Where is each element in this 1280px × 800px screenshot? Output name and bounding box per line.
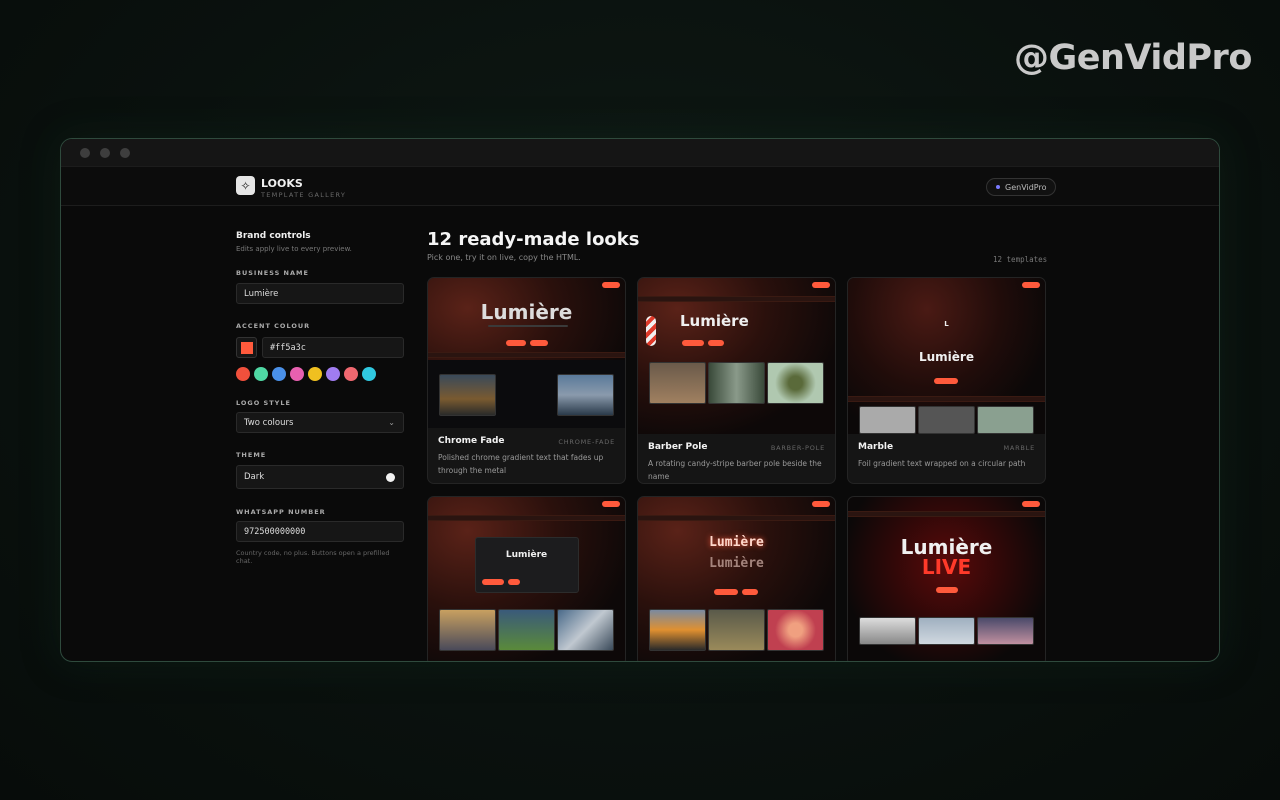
business-name-input[interactable]: Lumière: [236, 283, 404, 304]
template-card-chrome-fade[interactable]: Lumière Chrome Fade CHROME-FADE Polished…: [427, 277, 626, 484]
swatch-7[interactable]: [362, 367, 376, 381]
accent-colour-picker[interactable]: [236, 337, 257, 358]
card-description: A rotating candy-stripe barber pole besi…: [648, 459, 822, 481]
preview-title: Lumière: [709, 535, 764, 550]
preview-title-echo: Lumière: [709, 556, 764, 571]
theme-label: THEME: [236, 451, 267, 459]
template-card-marble[interactable]: L Lumière Marble MARBLE Foil gradient te…: [847, 277, 1046, 484]
logo-style-label: LOGO STYLE: [236, 399, 291, 407]
accent-colour-label: ACCENT COLOUR: [236, 322, 311, 330]
theme-value: Dark: [244, 472, 265, 482]
preview-title: Lumière: [505, 550, 548, 560]
swatch-1[interactable]: [254, 367, 268, 381]
template-preview: L Lumière: [848, 278, 1045, 434]
template-card-barber-pole[interactable]: Lumière Barber Pole BARBER-POLE A rotati…: [637, 277, 836, 484]
watermark: @GenVidPro: [1014, 38, 1252, 78]
brand-title: LOOKS: [261, 177, 303, 190]
card-description: Polished chrome gradient text that fades…: [438, 453, 604, 475]
business-name-label: BUSINESS NAME: [236, 269, 309, 277]
logo-style-value: Two colours: [244, 417, 294, 428]
preview-title: Lumière: [918, 350, 974, 364]
window-dot-close[interactable]: [80, 147, 90, 158]
browser-window: ✧ LOOKS TEMPLATE GALLERY GenVidPro Brand…: [60, 138, 1220, 662]
page-subtitle: Pick one, try it on live, copy the HTML.: [427, 253, 581, 262]
preview-title: Lumière: [480, 300, 573, 324]
preview-cta: [602, 282, 620, 288]
swatch-4[interactable]: [308, 367, 322, 381]
preview-cta: [812, 501, 830, 507]
whatsapp-hint: Country code, no plus. Buttons open a pr…: [236, 549, 390, 565]
card-slug: BARBER-POLE: [770, 444, 825, 452]
card-slug: MARBLE: [1003, 444, 1035, 452]
accent-swatches: [236, 367, 376, 381]
whatsapp-label: WHATSAPP NUMBER: [236, 508, 326, 516]
user-name: GenVidPro: [1005, 182, 1047, 192]
template-preview: Lumière: [428, 278, 625, 428]
brand-controls-sidebar: Brand controls Edits apply live to every…: [236, 231, 404, 565]
preview-title: Lumière: [680, 312, 749, 330]
swatch-2[interactable]: [272, 367, 286, 381]
logo-style-select[interactable]: Two colours ⌄: [236, 412, 404, 433]
sidebar-subtitle: Edits apply live to every preview.: [236, 245, 352, 253]
swatch-6[interactable]: [344, 367, 358, 381]
status-dot-icon: [996, 185, 1000, 189]
sparkle-icon: ✧: [236, 176, 255, 195]
template-preview: Lumière LIVE: [848, 497, 1045, 661]
app-header: ✧ LOOKS TEMPLATE GALLERY GenVidPro: [61, 167, 1219, 206]
window-dot-maximize[interactable]: [120, 147, 130, 158]
template-card-4[interactable]: Lumière: [427, 496, 626, 661]
sidebar-title: Brand controls: [236, 231, 311, 241]
window-dot-minimize[interactable]: [100, 147, 110, 158]
swatch-5[interactable]: [326, 367, 340, 381]
accent-preview: [240, 341, 253, 354]
preview-cta: [812, 282, 830, 288]
card-name: Chrome Fade: [438, 436, 505, 446]
card-slug: CHROME-FADE: [558, 438, 615, 446]
preview-cta: [1022, 501, 1040, 507]
card-name: Barber Pole: [648, 442, 708, 452]
swatch-3[interactable]: [290, 367, 304, 381]
window-titlebar: [61, 139, 1219, 167]
preview-cta: [1022, 282, 1040, 288]
card-description: Foil gradient text wrapped on a circular…: [858, 459, 1026, 468]
accent-hex-input[interactable]: #ff5a3c: [262, 337, 404, 358]
theme-toggle[interactable]: Dark: [236, 465, 404, 489]
template-count: 12 templates: [993, 255, 1048, 264]
page-title: 12 ready-made looks: [427, 229, 640, 250]
whatsapp-input[interactable]: 972500000000: [236, 521, 404, 542]
template-preview: Lumière Lumière: [638, 497, 835, 661]
barber-pole-icon: [646, 316, 656, 346]
card-name: Marble: [858, 442, 894, 452]
swatch-0[interactable]: [236, 367, 250, 381]
brand-subtitle: TEMPLATE GALLERY: [261, 191, 347, 199]
template-card-6[interactable]: Lumière LIVE: [847, 496, 1046, 661]
chevron-down-icon: ⌄: [388, 418, 395, 427]
toggle-knob: [386, 473, 395, 482]
template-preview: Lumière: [428, 497, 625, 661]
user-pill[interactable]: GenVidPro: [986, 178, 1057, 196]
preview-live-text: LIVE: [921, 555, 972, 579]
template-card-5[interactable]: Lumière Lumière: [637, 496, 836, 661]
template-preview: Lumière: [638, 278, 835, 434]
marble-logo-mark: L: [944, 320, 949, 328]
preview-cta: [602, 501, 620, 507]
